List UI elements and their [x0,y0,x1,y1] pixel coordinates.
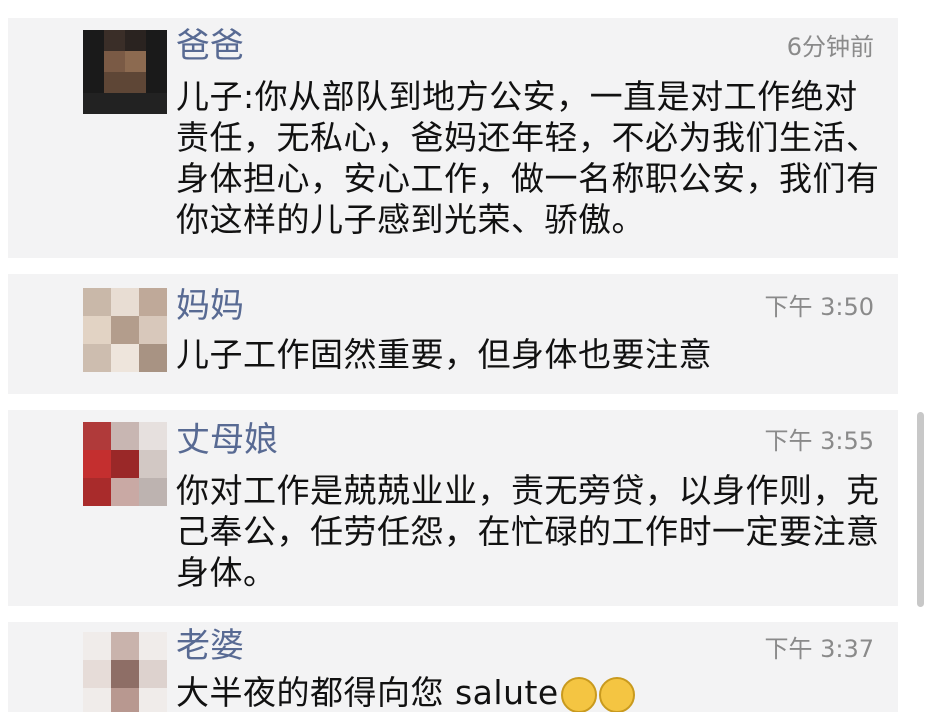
message-card[interactable]: 爸爸 6分钟前 儿子:你从部队到地方公安，一直是对工作绝对责任，无私心，爸妈还年… [8,18,898,258]
timestamp: 6分钟前 [787,32,874,62]
message-text: 你对工作是兢兢业业，责无旁贷，以身作则，克己奉公，任劳任怨，在忙碌的工作时一定要… [176,470,886,593]
avatar[interactable] [83,422,167,506]
timestamp: 下午 3:37 [764,634,874,664]
timestamp: 下午 3:50 [764,292,874,322]
message-text: 大半夜的都得向您 salute [176,672,886,712]
scrollbar[interactable] [917,412,924,607]
avatar[interactable] [83,632,167,712]
message-text: 儿子工作固然重要，但身体也要注意 [176,334,886,375]
message-text: 儿子:你从部队到地方公安，一直是对工作绝对责任，无私心，爸妈还年轻，不必为我们生… [176,76,886,240]
message-card[interactable]: 老婆 下午 3:37 大半夜的都得向您 salute [8,622,898,712]
message-card[interactable]: 丈母娘 下午 3:55 你对工作是兢兢业业，责无旁贷，以身作则，克己奉公，任劳任… [8,410,898,606]
message-text-content: 大半夜的都得向您 salute [176,673,559,712]
avatar[interactable] [83,288,167,372]
timestamp: 下午 3:55 [764,426,874,456]
sender-name[interactable]: 老婆 [176,626,244,666]
message-card[interactable]: 妈妈 下午 3:50 儿子工作固然重要，但身体也要注意 [8,274,898,394]
sender-name[interactable]: 丈母娘 [176,420,278,460]
sender-name[interactable]: 爸爸 [176,26,244,66]
thinking-emoji-icon [561,677,597,712]
thinking-emoji-icon [599,677,635,712]
avatar[interactable] [83,30,167,114]
sender-name[interactable]: 妈妈 [176,286,244,326]
